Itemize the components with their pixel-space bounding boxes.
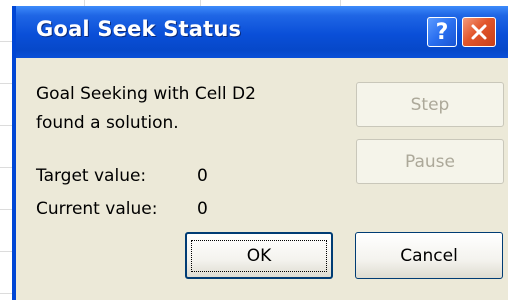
current-value-label: Current value: (36, 199, 158, 219)
target-value: 0 (197, 166, 208, 186)
step-button[interactable]: Step (356, 82, 504, 127)
cancel-button-label: Cancel (400, 245, 458, 266)
current-value: 0 (197, 199, 208, 219)
current-value-row: Current value: 0 (36, 199, 208, 219)
ok-button-label: OK (190, 239, 328, 272)
step-button-label: Step (410, 94, 450, 115)
close-button[interactable] (462, 17, 496, 47)
status-message-line1: Goal Seeking with Cell D2 (36, 84, 256, 104)
help-icon: ? (435, 19, 449, 45)
dialog-title: Goal Seek Status (36, 17, 242, 41)
cancel-button[interactable]: Cancel (355, 232, 503, 279)
status-message-line2: found a solution. (36, 113, 179, 133)
target-value-label: Target value: (36, 166, 147, 186)
goal-seek-status-dialog: Goal Seek Status ? Goal Seeking with Cel… (12, 6, 508, 300)
title-bar[interactable]: Goal Seek Status ? (16, 6, 508, 58)
pause-button-label: Pause (405, 151, 455, 172)
status-message: Goal Seeking with Cell D2 found a soluti… (36, 80, 256, 138)
ok-button[interactable]: OK (185, 232, 333, 279)
help-button[interactable]: ? (427, 17, 457, 47)
close-icon (471, 24, 487, 40)
target-value-row: Target value: 0 (36, 166, 208, 186)
pause-button[interactable]: Pause (356, 139, 504, 184)
